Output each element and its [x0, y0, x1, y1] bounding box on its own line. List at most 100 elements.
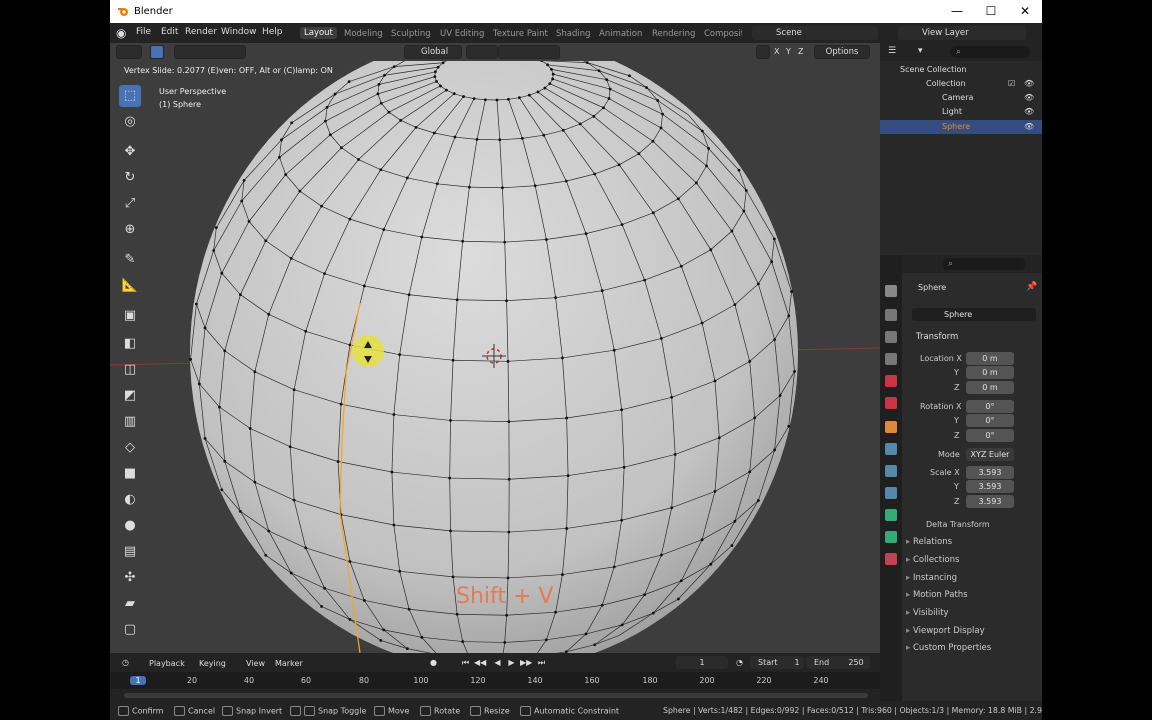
- output-tab-icon[interactable]: [885, 331, 897, 343]
- options-dropdown[interactable]: Options: [814, 45, 870, 59]
- timeline-menu-playback[interactable]: Playback: [149, 659, 185, 668]
- 3d-viewport[interactable]: Global X Y Z Options Vertex Slide: 0.207…: [110, 43, 880, 653]
- section-viewport-display[interactable]: Viewport Display: [906, 626, 985, 636]
- section-custom-properties[interactable]: Custom Properties: [906, 643, 991, 653]
- constraints-tab-icon[interactable]: [885, 509, 897, 521]
- minimize-button[interactable]: —: [940, 0, 974, 23]
- world-tab-icon[interactable]: [885, 397, 897, 409]
- scale-x-field[interactable]: 3.593: [966, 466, 1014, 479]
- timeline-editor-icon[interactable]: ◷: [120, 658, 131, 668]
- outliner[interactable]: ☰ ▾ ⌕ Scene Collection Collection ☑ 👁 Ca…: [880, 43, 1042, 255]
- jump-start-icon[interactable]: ⏮: [460, 658, 471, 668]
- measure-tool-icon[interactable]: 📐: [119, 275, 141, 297]
- outliner-item-light[interactable]: Light 👁: [880, 105, 1042, 119]
- rotation-x-field[interactable]: 0°: [966, 400, 1014, 413]
- next-keyframe-icon[interactable]: ▶▶: [520, 658, 532, 668]
- menu-file[interactable]: File: [136, 27, 151, 37]
- object-tab-icon[interactable]: [885, 421, 897, 433]
- preview-range-icon[interactable]: ◔: [734, 658, 745, 668]
- scale-tool-icon[interactable]: ⤢: [119, 193, 141, 215]
- record-button-icon[interactable]: ●: [428, 658, 439, 668]
- properties-editor[interactable]: ⌕ Sphere 📌 Sphere Transform Location X 0…: [880, 255, 1042, 701]
- scene-collection-row[interactable]: Scene Collection: [880, 63, 1042, 77]
- tab-sculpting[interactable]: Sculpting: [391, 29, 431, 39]
- location-z-field[interactable]: 0 m: [966, 381, 1014, 394]
- section-collections[interactable]: Collections: [906, 555, 959, 565]
- loop-cut-tool-icon[interactable]: ▥: [119, 411, 141, 433]
- outliner-item-sphere[interactable]: Sphere 👁: [880, 120, 1042, 134]
- current-frame-field[interactable]: 1: [676, 656, 728, 669]
- tab-uv-editing[interactable]: UV Editing: [440, 29, 484, 39]
- play-icon[interactable]: ▶: [506, 658, 517, 668]
- play-reverse-icon[interactable]: ◀: [492, 658, 503, 668]
- view-layer-selector[interactable]: View Layer: [898, 26, 1026, 40]
- cursor-tool-icon[interactable]: ◎: [119, 111, 141, 133]
- orientation-dropdown[interactable]: Global: [404, 45, 462, 59]
- render-tab-icon[interactable]: [885, 309, 897, 321]
- blender-menu-icon[interactable]: ◉: [116, 26, 130, 40]
- rotation-z-field[interactable]: 0°: [966, 429, 1014, 442]
- data-tab-icon[interactable]: [885, 531, 897, 543]
- rotation-mode-dropdown[interactable]: XYZ Euler: [966, 448, 1014, 461]
- location-x-field[interactable]: 0 m: [966, 352, 1014, 365]
- smooth-tool-icon[interactable]: ●: [119, 515, 141, 537]
- timeline-menu-view[interactable]: View: [246, 659, 265, 668]
- delta-transform-subpanel[interactable]: Delta Transform: [926, 520, 990, 529]
- scale-z-field[interactable]: 3.593: [966, 495, 1014, 508]
- maximize-button[interactable]: ☐: [974, 0, 1008, 23]
- section-visibility[interactable]: Visibility: [906, 608, 949, 618]
- timeline-scrollbar[interactable]: [124, 693, 868, 698]
- tab-layout[interactable]: Layout: [300, 27, 337, 39]
- mirror-axis-y[interactable]: Y: [786, 47, 791, 56]
- knife-tool-icon[interactable]: ◇: [119, 437, 141, 459]
- object-name-field[interactable]: Sphere: [912, 308, 1036, 321]
- modifier-tab-icon[interactable]: [885, 443, 897, 455]
- menu-edit[interactable]: Edit: [161, 27, 178, 37]
- playhead-frame[interactable]: 1: [130, 676, 146, 685]
- tab-shading[interactable]: Shading: [556, 29, 591, 39]
- move-tool-icon[interactable]: ✥: [119, 141, 141, 163]
- sphere-mesh[interactable]: [110, 43, 880, 653]
- edge-slide-tool-icon[interactable]: ▤: [119, 541, 141, 563]
- eye-icon[interactable]: 👁: [1024, 120, 1034, 134]
- eye-icon[interactable]: 👁: [1024, 105, 1034, 119]
- location-y-field[interactable]: 0 m: [966, 366, 1014, 379]
- end-frame-field[interactable]: 250: [844, 656, 868, 669]
- particles-tab-icon[interactable]: [885, 465, 897, 477]
- timeline-menu-marker[interactable]: Marker: [275, 659, 303, 668]
- mirror-axis-z[interactable]: Z: [798, 47, 803, 56]
- checkbox-icon[interactable]: ☑: [1008, 77, 1015, 91]
- outliner-filter-icon[interactable]: ▾: [918, 46, 923, 56]
- physics-tab-icon[interactable]: [885, 487, 897, 499]
- outliner-search-icon[interactable]: ⌕: [950, 46, 1030, 58]
- tab-rendering[interactable]: Rendering: [652, 29, 695, 39]
- outliner-display-icon[interactable]: ☰: [888, 46, 896, 56]
- section-relations[interactable]: Relations: [906, 537, 952, 547]
- spin-tool-icon[interactable]: ◐: [119, 489, 141, 511]
- extrude-tool-icon[interactable]: ◧: [119, 333, 141, 355]
- view-layer-tab-icon[interactable]: [885, 353, 897, 365]
- select-mode-button[interactable]: [150, 45, 164, 59]
- section-instancing[interactable]: Instancing: [906, 573, 957, 583]
- eye-icon[interactable]: 👁: [1024, 91, 1034, 105]
- outliner-item-camera[interactable]: Camera 👁: [880, 91, 1042, 105]
- menu-help[interactable]: Help: [262, 27, 283, 37]
- selection-modes[interactable]: [174, 45, 246, 59]
- select-box-tool-icon[interactable]: ⬚: [119, 85, 141, 107]
- shrink-fatten-tool-icon[interactable]: ✣: [119, 567, 141, 589]
- start-frame-field[interactable]: 1: [790, 656, 804, 669]
- tab-texture-paint[interactable]: Texture Paint: [493, 29, 548, 39]
- rotate-tool-icon[interactable]: ↻: [119, 167, 141, 189]
- transform-tool-icon[interactable]: ⊕: [119, 219, 141, 241]
- mirror-icon[interactable]: [756, 45, 770, 59]
- editor-type-menu[interactable]: [116, 45, 142, 59]
- close-button[interactable]: ✕: [1008, 0, 1042, 23]
- poly-build-tool-icon[interactable]: ■: [119, 463, 141, 485]
- collection-row[interactable]: Collection ☑ 👁: [880, 77, 1042, 91]
- material-tab-icon[interactable]: [885, 553, 897, 565]
- add-cube-tool-icon[interactable]: ▣: [119, 305, 141, 327]
- tab-compositing[interactable]: Compositin: [704, 29, 742, 39]
- properties-search-icon[interactable]: ⌕: [942, 258, 1026, 270]
- timeline-menu-keying[interactable]: Keying: [199, 659, 226, 668]
- pivot-dropdown[interactable]: [466, 45, 498, 59]
